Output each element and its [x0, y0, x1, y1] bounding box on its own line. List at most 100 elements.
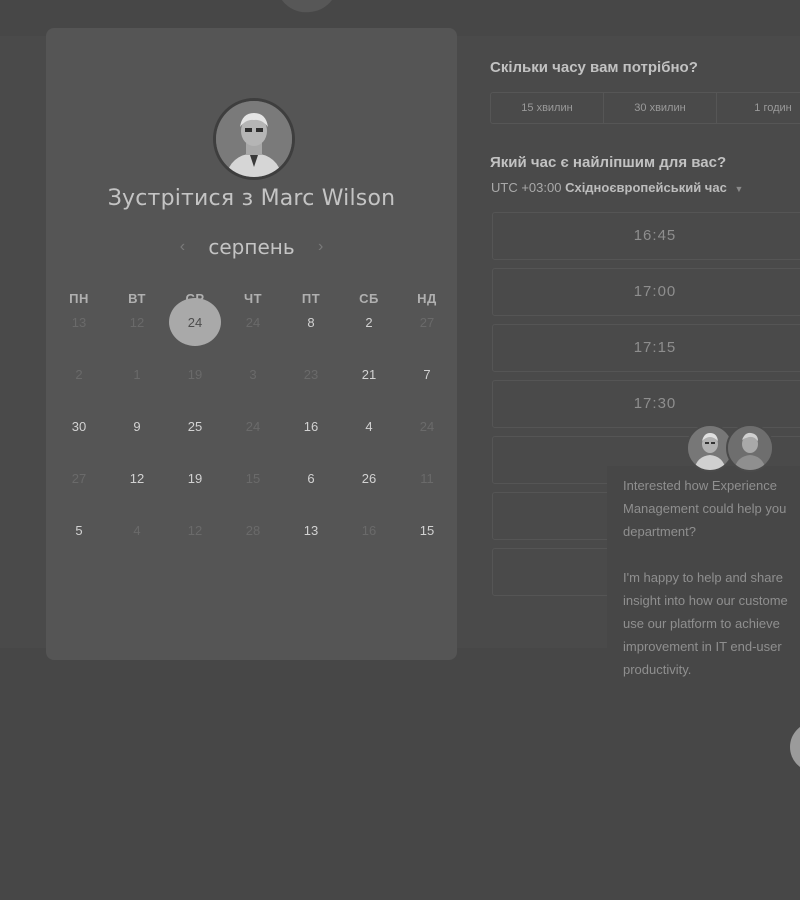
- chat-message-line: department?: [623, 524, 696, 539]
- calendar-day-label: 24: [245, 315, 261, 330]
- calendar-day-label: 11: [420, 471, 434, 486]
- calendar-day: 27: [50, 468, 108, 520]
- calendar-day-label: 19: [187, 367, 203, 382]
- chat-message-line: I'm happy to help and share: [623, 570, 784, 585]
- chat-message-line: productivity.: [623, 662, 692, 677]
- calendar-day: 12: [108, 312, 166, 364]
- chevron-right-icon[interactable]: ›: [315, 238, 327, 256]
- host-title: Зустрітися з Marc Wilson: [107, 186, 396, 211]
- duration-option-60[interactable]: 1 годин: [717, 93, 800, 123]
- calendar-day[interactable]: 26: [340, 468, 398, 520]
- calendar-day[interactable]: 13: [282, 520, 340, 572]
- calendar-day-label: 2: [75, 367, 83, 382]
- calendar-day-label: 3: [249, 367, 257, 382]
- calendar-day[interactable]: 12: [108, 468, 166, 520]
- calendar-day-selected[interactable]: 24: [166, 298, 224, 364]
- timezone-selector[interactable]: UTC +03:00 Східноєвропейський час ▼: [491, 180, 743, 195]
- duration-option-15[interactable]: 15 хвилин: [491, 93, 604, 123]
- calendar-day-label: 16: [303, 419, 319, 434]
- calendar-day[interactable]: 6: [282, 468, 340, 520]
- calendar-day[interactable]: 4: [340, 416, 398, 468]
- calendar-day[interactable]: 7: [398, 364, 456, 416]
- calendar-day[interactable]: 21: [340, 364, 398, 416]
- calendar-day: 4: [108, 520, 166, 572]
- calendar-day: 19: [166, 364, 224, 416]
- chat-message-line: use our platform to achieve: [623, 616, 780, 631]
- weekday-sat: СБ: [359, 291, 379, 306]
- calendar-day[interactable]: 25: [166, 416, 224, 468]
- calendar-day-label: 2: [365, 315, 373, 330]
- host-avatar: [213, 98, 295, 180]
- calendar-day-label: 5: [75, 523, 83, 538]
- calendar-day-label: 6: [307, 471, 315, 486]
- calendar-day: 1: [108, 364, 166, 416]
- duration-selector: 15 хвилин 30 хвилин 1 годин: [490, 92, 800, 124]
- chat-agent-avatars: [686, 424, 776, 472]
- calendar-day: 11: [398, 468, 456, 520]
- calendar-day[interactable]: 2: [340, 312, 398, 364]
- time-slot-label: 17:00: [633, 283, 677, 300]
- calendar-day: 24: [224, 312, 282, 364]
- calendar-day-label: 12: [187, 523, 203, 538]
- time-slot[interactable]: 17:00: [492, 268, 800, 316]
- calendar-day-label: 24: [245, 419, 261, 434]
- month-label: серпень: [208, 235, 295, 259]
- calendar-day-label: 28: [245, 523, 261, 538]
- calendar-day[interactable]: 8: [282, 312, 340, 364]
- calendar-day: 3: [224, 364, 282, 416]
- calendar-day-label: 8: [307, 315, 315, 330]
- calendar-day: 28: [224, 520, 282, 572]
- chat-launcher-button[interactable]: [790, 722, 800, 772]
- calendar-day-label: 12: [129, 315, 145, 330]
- calendar-day-label: 19: [187, 471, 203, 486]
- time-slot-label: 17:30: [633, 395, 677, 412]
- calendar-day-label: 25: [187, 419, 203, 434]
- calendar-day-label: 4: [133, 523, 141, 538]
- calendar-day-label: 16: [361, 523, 377, 538]
- calendar-day-label: 24: [419, 419, 435, 434]
- weekday-mon: ПН: [69, 291, 89, 306]
- calendar-grid: ПН ВТ СР ЧТ ПТ СБ НД 1312242482272119323…: [50, 286, 456, 572]
- calendar-day[interactable]: 16: [282, 416, 340, 468]
- duration-title: Скільки часу вам потрібно?: [490, 59, 698, 76]
- time-slot-label: 16:45: [633, 227, 677, 244]
- weekday-fri: ПТ: [301, 291, 321, 306]
- calendar-day[interactable]: 5: [50, 520, 108, 572]
- calendar-day: 2: [50, 364, 108, 416]
- caret-down-icon: ▼: [734, 184, 744, 194]
- calendar-day-label: 15: [245, 471, 261, 486]
- chevron-left-icon[interactable]: ‹: [176, 238, 188, 256]
- calendar-day: 24: [224, 416, 282, 468]
- chat-message-line: Interested how Experience: [623, 478, 777, 493]
- calendar-day-label: 12: [129, 471, 145, 486]
- duration-option-30[interactable]: 30 хвилин: [604, 93, 717, 123]
- weekday-thu: ЧТ: [243, 291, 263, 306]
- time-slot[interactable]: 16:45: [492, 212, 800, 260]
- calendar-day[interactable]: 9: [108, 416, 166, 468]
- calendar-day-label: 27: [71, 471, 87, 486]
- calendar-day-label: 27: [419, 315, 435, 330]
- chat-message-line: insight into how our custome: [623, 593, 788, 608]
- time-slot[interactable]: 17:30: [492, 380, 800, 428]
- top-decoration: [276, 0, 342, 17]
- timezone-name: Східноєвропейський час: [565, 180, 727, 195]
- calendar-day-label: 7: [423, 367, 431, 382]
- calendar-day: 27: [398, 312, 456, 364]
- weekday-sun: НД: [417, 291, 437, 306]
- calendar-day: 16: [340, 520, 398, 572]
- calendar-day-label: 21: [361, 367, 377, 382]
- chat-agent-avatar: [726, 424, 774, 472]
- time-slot[interactable]: 17:15: [492, 324, 800, 372]
- calendar-day: 15: [224, 468, 282, 520]
- calendar-day-label: 4: [365, 419, 373, 434]
- calendar-day: 13: [50, 312, 108, 364]
- timeslots-title: Який час є найліпшим для вас?: [490, 154, 727, 171]
- calendar-day-label: 23: [303, 367, 319, 382]
- calendar-day[interactable]: 15: [398, 520, 456, 572]
- timezone-offset: UTC +03:00: [491, 180, 562, 195]
- calendar-day: 23: [282, 364, 340, 416]
- calendar-day[interactable]: 19: [166, 468, 224, 520]
- calendar-day-label: 15: [419, 523, 435, 538]
- weekday-tue: ВТ: [128, 291, 146, 306]
- calendar-day[interactable]: 30: [50, 416, 108, 468]
